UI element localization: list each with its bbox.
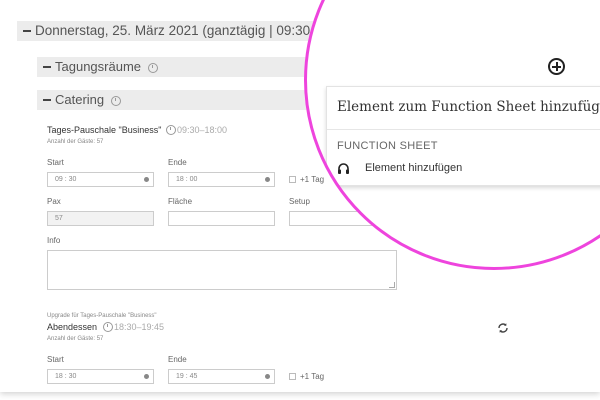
end-time-input[interactable]: 18 : 00 [168, 172, 275, 187]
clock-icon [148, 63, 158, 73]
plus-one-day-label: +1 Tag [300, 372, 325, 381]
collapse-icon[interactable] [43, 99, 51, 101]
pax-value: 57 [55, 215, 63, 222]
setup-label: Setup [289, 197, 310, 206]
start-label: Start [47, 355, 64, 364]
clear-icon[interactable] [144, 177, 149, 182]
info-textarea[interactable] [47, 250, 397, 290]
clock-icon [166, 125, 176, 135]
plus-one-day-checkbox[interactable] [289, 176, 296, 183]
clear-icon[interactable] [144, 374, 149, 379]
clock-icon [103, 322, 113, 332]
flaeche-input[interactable] [168, 211, 275, 226]
app-frame: Donnerstag, 25. März 2021 (ganztägig | 0… [0, 0, 600, 392]
clear-icon[interactable] [265, 177, 270, 182]
collapse-icon[interactable] [23, 30, 31, 32]
plus-one-day-label: +1 Tag [300, 175, 325, 184]
pax-label: Pax [47, 197, 61, 206]
info-label: Info [47, 236, 61, 245]
resize-handle[interactable] [389, 282, 395, 288]
item-title: Abendessen [47, 322, 98, 332]
guest-count: Anzahl der Gäste: 57 [47, 336, 104, 342]
section-title: Tagungsräume [55, 59, 141, 74]
start-time-input[interactable]: 18 : 30 [47, 369, 154, 384]
end-label: Ende [168, 355, 187, 364]
refresh-icon[interactable] [497, 321, 509, 333]
flaeche-label: Fläche [168, 197, 193, 206]
item-time: 18:30–19:45 [114, 322, 165, 332]
end-time-input[interactable]: 19 : 45 [168, 369, 275, 384]
item-title: Tages-Pauschale "Business" [47, 125, 162, 135]
clock-icon [111, 96, 121, 106]
upgrade-note: Upgrade für Tages-Pauschale "Business" [47, 313, 157, 319]
highlight-ring [304, 0, 600, 270]
start-time-value: 18 : 30 [55, 373, 77, 380]
guest-count: Anzahl der Gäste: 57 [47, 139, 104, 145]
pax-input[interactable]: 57 [47, 211, 154, 226]
start-label: Start [47, 158, 64, 167]
plus-one-day-checkbox[interactable] [289, 373, 296, 380]
item-time: 09:30–18:00 [177, 125, 228, 135]
section-title: Catering [55, 92, 105, 107]
start-time-input[interactable]: 09 : 30 [47, 172, 154, 187]
end-label: Ende [168, 158, 187, 167]
end-time-value: 19 : 45 [176, 373, 198, 380]
clear-icon[interactable] [265, 374, 270, 379]
collapse-icon[interactable] [43, 66, 51, 68]
start-time-value: 09 : 30 [55, 176, 77, 183]
end-time-value: 18 : 00 [176, 176, 198, 183]
